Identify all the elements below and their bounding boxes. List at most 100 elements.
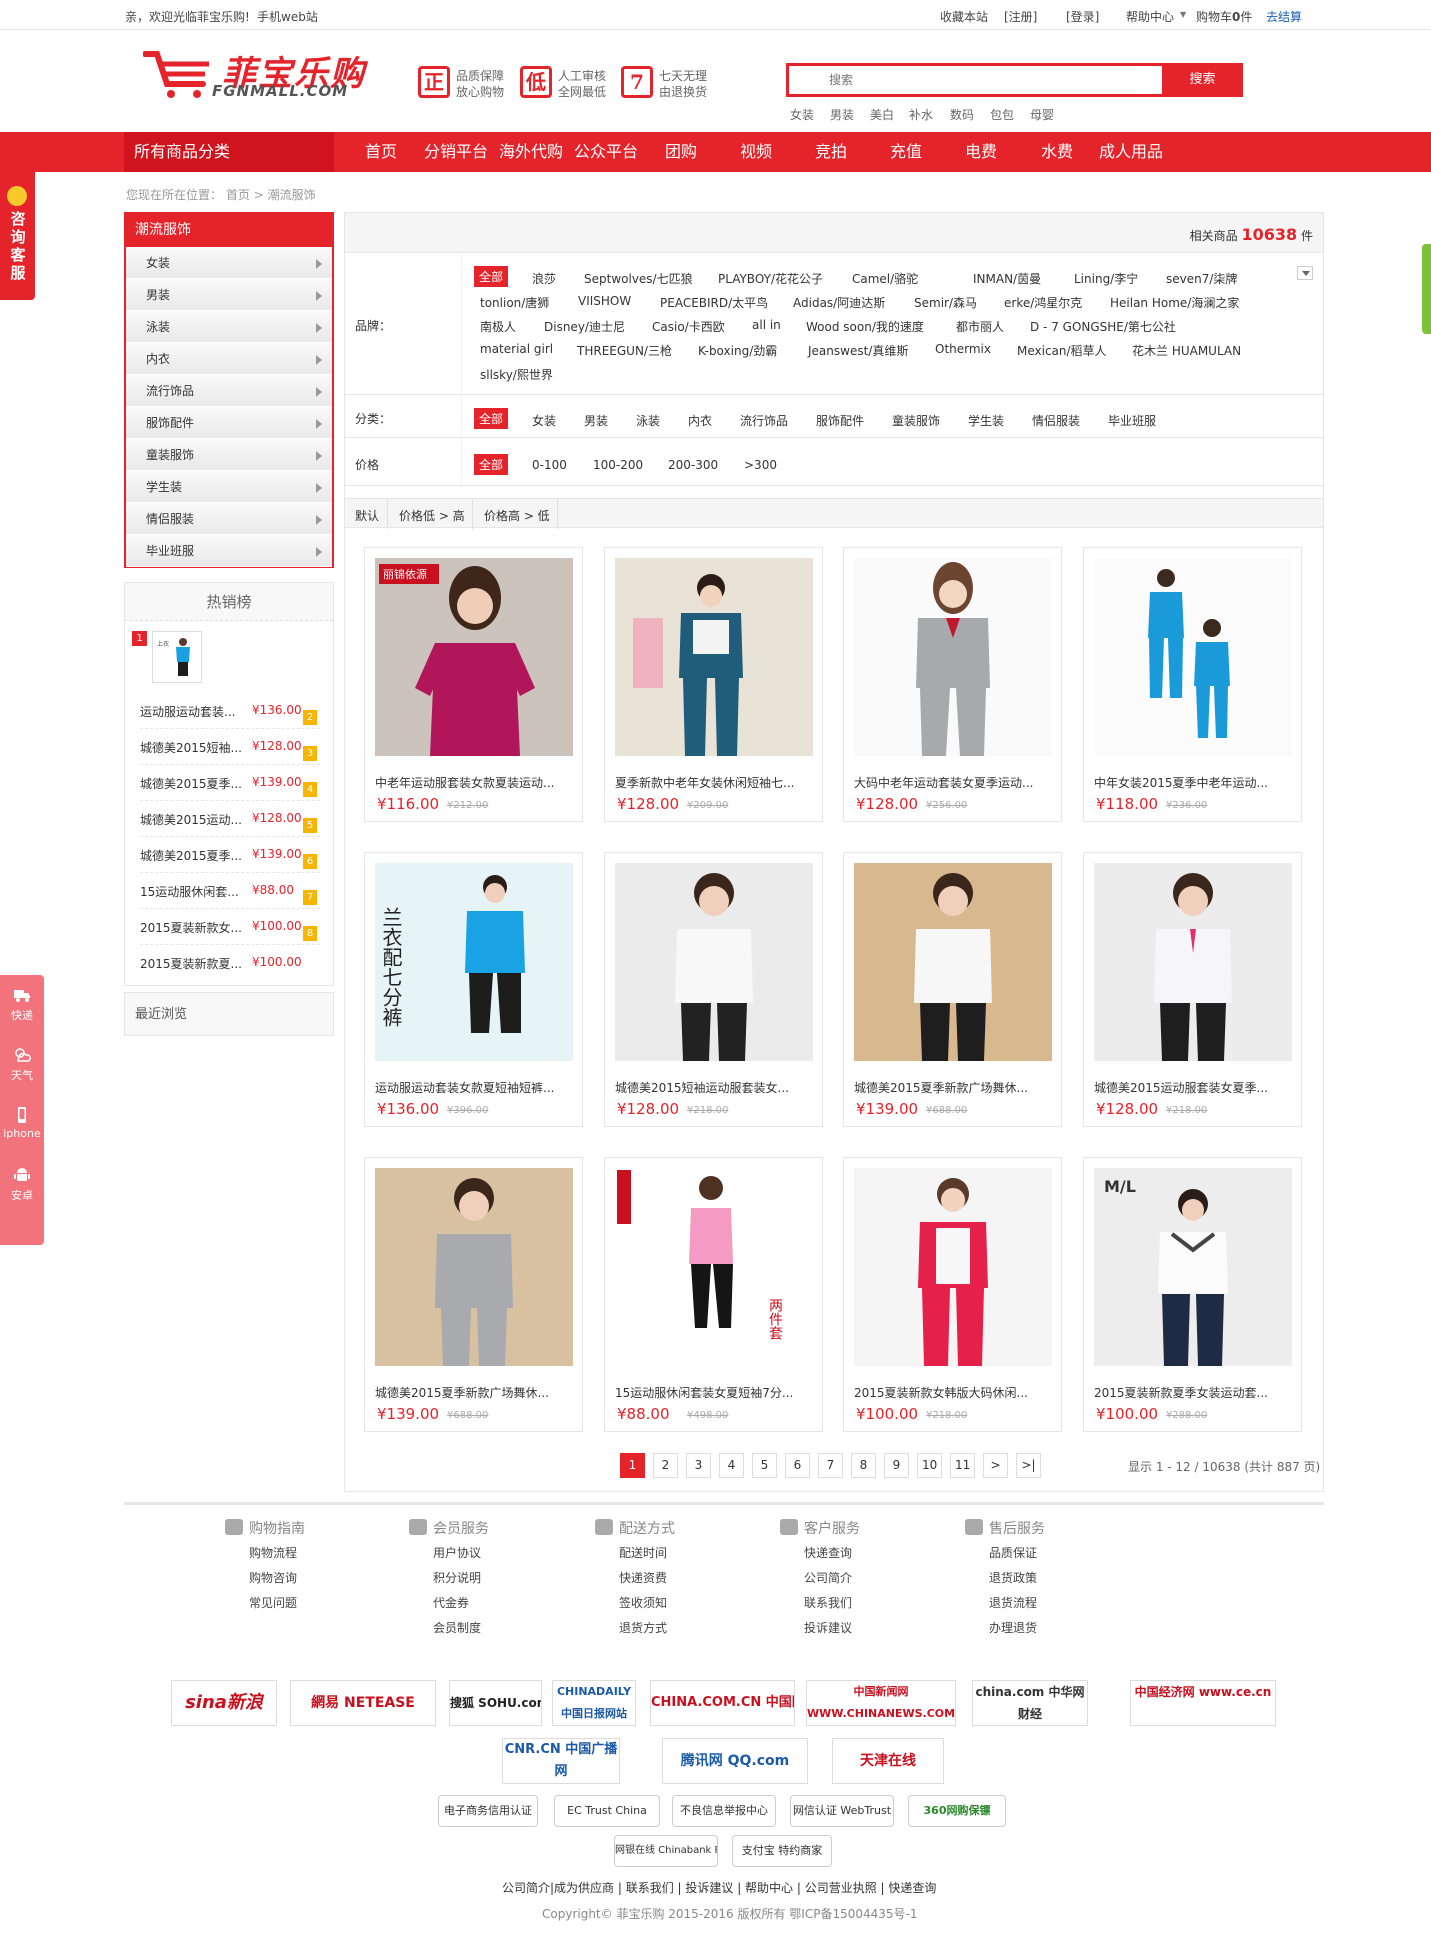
footer-link[interactable]: 退货方式 [595, 1619, 745, 1638]
category-item[interactable]: 学生装 [126, 471, 332, 503]
category-item[interactable]: 男装 [126, 279, 332, 311]
price-option[interactable]: 全部 [474, 454, 509, 475]
product-card[interactable]: 城德美2015夏季新款广场舞休... ¥139.00 ¥688.00 [364, 1157, 583, 1432]
category-option[interactable]: 情侣服装 [1032, 412, 1080, 429]
footer-link[interactable]: 快递查询 [780, 1544, 930, 1563]
partner-logo-chinacomcn[interactable]: CHINA.COM.CN 中国网 [650, 1680, 795, 1726]
brand-option[interactable]: material girl [480, 342, 553, 356]
partner-logo-tianjin[interactable]: 天津在线 [832, 1738, 944, 1784]
footer-link[interactable]: 退货政策 [965, 1569, 1115, 1588]
breadcrumb-current[interactable]: 潮流服饰 [268, 188, 316, 202]
product-card[interactable]: M/L 2015夏装新款夏季女装运动套... ¥100.00 ¥288.00 [1083, 1157, 1302, 1432]
brand-option[interactable]: 都市丽人 [956, 318, 1004, 335]
iphone-tool[interactable]: iphone [0, 1107, 44, 1140]
cert-bcp[interactable]: 电子商务信用认证 [438, 1795, 538, 1827]
price-option[interactable]: 200-300 [668, 458, 718, 472]
partner-logo-sina[interactable]: sina新浪 [171, 1680, 277, 1726]
hot-item[interactable]: 城德美2015运动... ¥128.00 5 [140, 801, 320, 837]
footer-link[interactable]: 积分说明 [409, 1569, 559, 1588]
favorite-link[interactable]: 收藏本站 [940, 8, 988, 25]
price-option[interactable]: >300 [744, 458, 777, 472]
product-name[interactable]: 2015夏装新款夏季女装运动套... [1094, 1384, 1268, 1401]
product-name[interactable]: 夏季新款中老年女装休闲短袖七... [615, 774, 794, 791]
footer-link[interactable]: 办理退货 [965, 1619, 1115, 1638]
product-card[interactable]: 兰衣配七分裤 运动服运动套装女款夏短袖短裤... ¥136.00 ¥396.00 [364, 852, 583, 1127]
product-name[interactable]: 城德美2015短袖运动服套装女... [615, 1079, 789, 1096]
nav-item[interactable]: 充值 [890, 132, 922, 172]
last-page-button[interactable]: >| [1016, 1453, 1041, 1478]
brand-option[interactable]: Othermix [935, 342, 991, 356]
product-card[interactable]: 2015夏装新款女韩版大码休闲... ¥100.00 ¥218.00 [843, 1157, 1062, 1432]
page-button[interactable]: 2 [653, 1453, 678, 1478]
page-button[interactable]: 10 [917, 1453, 943, 1478]
brand-expand-toggle[interactable] [1297, 266, 1313, 280]
breadcrumb-home[interactable]: 首页 [226, 188, 250, 202]
partner-logo-qq[interactable]: 腾讯网 QQ.com [662, 1738, 808, 1784]
product-name[interactable]: 城德美2015夏季新款广场舞休... [854, 1079, 1028, 1096]
category-item[interactable]: 女装 [126, 247, 332, 279]
page-button[interactable]: 1 [620, 1453, 645, 1478]
footer-link[interactable]: 快递资费 [595, 1569, 745, 1588]
product-name[interactable]: 城德美2015运动服套装女夏季... [1094, 1079, 1268, 1096]
nav-item[interactable]: 竞拍 [815, 132, 847, 172]
page-button[interactable]: 7 [818, 1453, 843, 1478]
hot-word-link[interactable]: 男装 [830, 106, 854, 123]
price-option[interactable]: 0-100 [532, 458, 567, 472]
page-button[interactable]: 9 [884, 1453, 909, 1478]
product-image[interactable] [1094, 558, 1292, 756]
brand-option[interactable]: Adidas/阿迪达斯 [793, 294, 885, 311]
brand-option[interactable]: Disney/迪士尼 [544, 318, 625, 335]
product-image[interactable] [854, 863, 1052, 1061]
partner-logo-netease[interactable]: 網易 NETEASE [290, 1680, 436, 1726]
cert-report-center[interactable]: 不良信息举报中心 [672, 1795, 776, 1827]
search-input[interactable] [789, 66, 1163, 94]
product-image[interactable] [615, 558, 813, 756]
cert-webtrust[interactable]: 网信认证 WebTrust [790, 1795, 894, 1827]
nav-item[interactable]: 首页 [365, 132, 397, 172]
brand-option[interactable]: 南极人 [480, 318, 516, 335]
category-option[interactable]: 学生装 [968, 412, 1004, 429]
hot-item[interactable]: 城德美2015短袖... ¥128.00 3 [140, 729, 320, 765]
product-image[interactable] [1094, 863, 1292, 1061]
product-card[interactable]: 丽锦依源 中老年运动服套装女款夏装运动... ¥116.00 ¥212.00 [364, 547, 583, 822]
product-image[interactable] [375, 1168, 573, 1366]
android-tool[interactable]: 安卓 [0, 1167, 44, 1203]
category-option[interactable]: 男装 [584, 412, 608, 429]
brand-option[interactable]: 全部 [474, 266, 509, 287]
nav-item[interactable]: 团购 [665, 132, 697, 172]
product-image[interactable] [854, 558, 1052, 756]
hot-item[interactable]: 2015夏装新款夏... ¥100.00 [140, 945, 320, 981]
brand-option[interactable]: all in [752, 318, 781, 332]
category-item[interactable]: 内衣 [126, 343, 332, 375]
footer-link[interactable]: 投诉建议 [780, 1619, 930, 1638]
footer-link[interactable]: 用户协议 [409, 1544, 559, 1563]
nav-item[interactable]: 分销平台 [424, 132, 488, 172]
product-name[interactable]: 大码中老年运动套装女夏季运动... [854, 774, 1033, 791]
mobile-site-link[interactable]: 手机web站 [257, 8, 318, 25]
category-option[interactable]: 服饰配件 [816, 412, 864, 429]
hot-word-link[interactable]: 包包 [990, 106, 1014, 123]
brand-option[interactable]: D - 7 GONGSHE/第七公社 [1030, 318, 1176, 335]
category-option[interactable]: 女装 [532, 412, 556, 429]
partner-logo-chinanews[interactable]: 中国新闻网 WWW.CHINANEWS.COM [806, 1680, 956, 1726]
category-option[interactable]: 全部 [474, 408, 509, 429]
cert-ec-trust[interactable]: EC Trust China [554, 1795, 660, 1827]
footer-links[interactable]: 公司简介|成为供应商 | 联系我们 | 投诉建议 | 帮助中心 | 公司营业执照… [502, 1879, 936, 1896]
hot-word-link[interactable]: 数码 [950, 106, 974, 123]
nav-item[interactable]: 成人用品 [1099, 132, 1163, 172]
brand-option[interactable]: Camel/骆驼 [852, 270, 918, 287]
hot-item[interactable]: 15运动服休闲套... ¥88.00 7 [140, 873, 320, 909]
category-option[interactable]: 毕业班服 [1108, 412, 1156, 429]
nav-item[interactable]: 公众平台 [574, 132, 638, 172]
product-card[interactable]: 城德美2015夏季新款广场舞休... ¥139.00 ¥688.00 [843, 852, 1062, 1127]
hot-item[interactable]: 城德美2015夏季... ¥139.00 4 [140, 765, 320, 801]
product-name[interactable]: 15运动服休闲套装女夏短袖7分... [615, 1384, 793, 1401]
brand-option[interactable]: Casio/卡西欧 [652, 318, 725, 335]
checkout-link[interactable]: 去结算 [1266, 8, 1302, 25]
brand-option[interactable]: Wood soon/我的速度 [806, 318, 924, 335]
all-categories-button[interactable]: 所有商品分类 [124, 132, 334, 172]
page-button[interactable]: 6 [785, 1453, 810, 1478]
footer-link[interactable]: 签收须知 [595, 1594, 745, 1613]
right-float-tab[interactable] [1422, 244, 1431, 334]
brand-option[interactable]: VIISHOW [578, 294, 631, 308]
